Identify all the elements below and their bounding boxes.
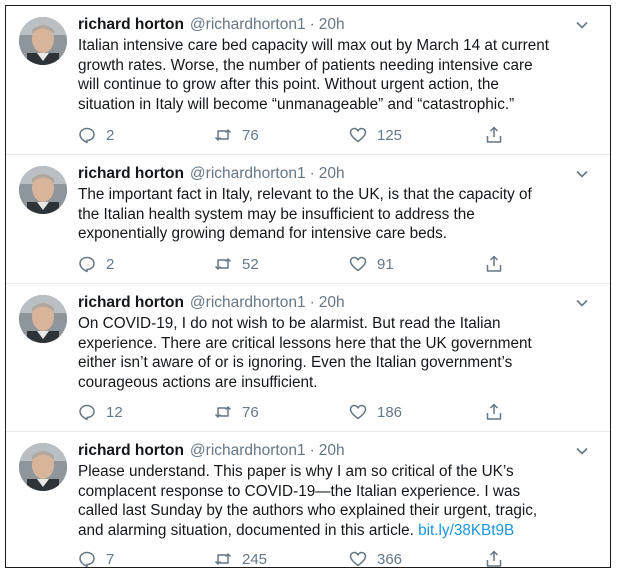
reply-button[interactable]: 2 <box>78 255 114 273</box>
separator-dot: · <box>309 294 315 311</box>
tweet-text: On COVID-19, I do not wish to be alarmis… <box>78 314 593 392</box>
timestamp[interactable]: 20h <box>319 442 345 460</box>
chevron-down-icon[interactable] <box>575 296 589 310</box>
user-handle[interactable]: @richardhorton1 <box>190 165 306 183</box>
tweet-text: Italian intensive care bed capacity will… <box>78 36 593 114</box>
avatar[interactable] <box>19 17 67 65</box>
tweet-timeline: richard horton @richardhorton1 · 20h Ita… <box>5 5 611 568</box>
tweet-body-text: Italian intensive care bed capacity will… <box>78 37 550 113</box>
share-button[interactable] <box>485 403 503 421</box>
tweet-body-text: On COVID-19, I do not wish to be alarmis… <box>78 315 532 391</box>
reply-icon <box>79 256 95 273</box>
share-icon <box>486 126 502 143</box>
retweet-icon <box>214 553 232 565</box>
heart-icon <box>349 127 367 143</box>
separator-dot: · <box>309 16 315 33</box>
tweet-content: richard horton @richardhorton1 · 20h On … <box>78 292 593 421</box>
chevron-down-icon[interactable] <box>575 444 589 458</box>
like-count: 186 <box>377 403 403 421</box>
share-button[interactable] <box>485 126 503 144</box>
retweet-count: 76 <box>242 126 259 144</box>
tweet-body-text: The important fact in Italy, relevant to… <box>78 186 532 243</box>
retweet-count: 245 <box>242 550 268 568</box>
tweet-actions: 2 52 91 <box>78 255 518 277</box>
display-name[interactable]: richard horton <box>78 16 184 34</box>
share-icon <box>486 550 502 567</box>
tweet[interactable]: richard horton @richardhorton1 · 20h Ple… <box>6 432 610 567</box>
retweet-icon <box>214 406 232 418</box>
retweet-icon <box>214 129 232 141</box>
retweet-count: 76 <box>242 403 259 421</box>
retweet-button[interactable]: 76 <box>214 126 259 144</box>
reply-count: 2 <box>106 126 115 144</box>
timestamp[interactable]: 20h <box>319 294 345 312</box>
user-handle[interactable]: @richardhorton1 <box>190 442 306 460</box>
article-link[interactable]: bit.ly/38KBt9B <box>418 522 514 539</box>
avatar[interactable] <box>19 166 67 214</box>
retweet-button[interactable]: 245 <box>214 550 268 568</box>
tweet-actions: 2 76 125 <box>78 126 518 148</box>
tweet-header: richard horton @richardhorton1 · 20h <box>78 292 593 314</box>
tweet-content: richard horton @richardhorton1 · 20h Ita… <box>78 14 593 144</box>
like-button[interactable]: 186 <box>349 403 402 421</box>
separator-dot: · <box>309 165 315 182</box>
reply-count: 7 <box>106 550 115 568</box>
like-button[interactable]: 366 <box>349 550 403 568</box>
like-count: 125 <box>377 126 403 144</box>
user-handle[interactable]: @richardhorton1 <box>190 294 306 312</box>
heart-icon <box>349 404 367 420</box>
reply-count: 12 <box>106 403 123 421</box>
timestamp[interactable]: 20h <box>319 16 345 34</box>
retweet-count: 52 <box>242 255 259 273</box>
retweet-icon <box>214 258 232 270</box>
reply-count: 2 <box>106 255 115 273</box>
tweet[interactable]: richard horton @richardhorton1 · 20h The… <box>6 155 610 284</box>
tweet-text: Please understand. This paper is why I a… <box>78 462 593 540</box>
like-count: 91 <box>377 255 394 273</box>
reply-button[interactable]: 7 <box>78 550 115 568</box>
avatar[interactable] <box>19 295 67 343</box>
tweet-content: richard horton @richardhorton1 · 20h The… <box>78 163 593 273</box>
share-button[interactable] <box>485 255 503 273</box>
reply-icon <box>79 551 95 567</box>
tweet[interactable]: richard horton @richardhorton1 · 20h Ita… <box>6 6 610 155</box>
avatar[interactable] <box>19 443 67 491</box>
tweet-text: The important fact in Italy, relevant to… <box>78 185 593 244</box>
tweet-actions: 7 245 366 <box>78 550 518 568</box>
display-name[interactable]: richard horton <box>78 294 184 312</box>
reply-icon <box>79 404 95 421</box>
like-button[interactable]: 91 <box>349 255 394 273</box>
like-count: 366 <box>377 550 403 568</box>
retweet-button[interactable]: 76 <box>214 403 259 421</box>
reply-button[interactable]: 12 <box>78 403 123 421</box>
user-handle[interactable]: @richardhorton1 <box>190 16 306 34</box>
reply-button[interactable]: 2 <box>78 126 114 144</box>
heart-icon <box>349 551 367 567</box>
chevron-down-icon[interactable] <box>575 18 589 32</box>
share-icon <box>486 255 502 272</box>
tweet-header: richard horton @richardhorton1 · 20h <box>78 163 593 185</box>
retweet-button[interactable]: 52 <box>214 255 259 273</box>
timestamp[interactable]: 20h <box>319 165 345 183</box>
tweet-actions: 12 76 186 <box>78 403 518 425</box>
separator-dot: · <box>309 442 315 459</box>
chevron-down-icon[interactable] <box>575 167 589 181</box>
share-button[interactable] <box>485 550 503 567</box>
share-icon <box>486 403 502 420</box>
like-button[interactable]: 125 <box>349 126 402 144</box>
reply-icon <box>79 127 95 144</box>
tweet-header: richard horton @richardhorton1 · 20h <box>78 440 593 462</box>
tweet[interactable]: richard horton @richardhorton1 · 20h On … <box>6 284 610 432</box>
heart-icon <box>349 256 367 272</box>
display-name[interactable]: richard horton <box>78 165 184 183</box>
tweet-content: richard horton @richardhorton1 · 20h Ple… <box>78 440 593 567</box>
display-name[interactable]: richard horton <box>78 442 184 460</box>
tweet-header: richard horton @richardhorton1 · 20h <box>78 14 593 36</box>
